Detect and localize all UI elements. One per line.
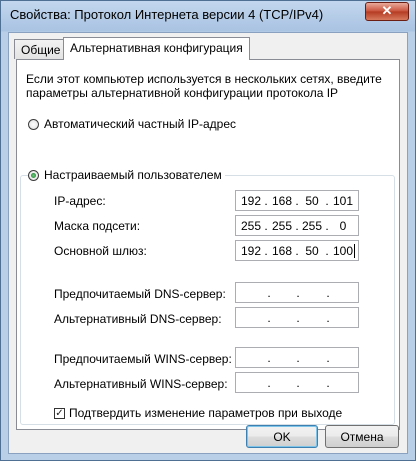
automatic-private-ip-option[interactable]: Автоматический частный IP-адрес — [28, 117, 236, 131]
ip-address-octet-2[interactable]: 168 — [271, 194, 293, 208]
preferred-dns-label: Предпочитаемый DNS-сервер: — [54, 287, 226, 301]
alternate-dns-label: Альтернативный DNS-сервер: — [54, 312, 222, 326]
close-button[interactable]: ✕ — [365, 2, 409, 21]
window-title: Свойства: Протокол Интернета версии 4 (T… — [10, 7, 324, 22]
default-gateway-octet-2[interactable]: 168 — [271, 244, 293, 258]
subnet-mask-field[interactable]: 255 . 255 . 255 . 0 — [235, 215, 359, 236]
subnet-mask-octet-2[interactable]: 255 — [271, 219, 293, 233]
ip-address-octet-3[interactable]: 50 — [301, 194, 323, 208]
ip-address-octet-1[interactable]: 192 — [240, 194, 262, 208]
ip-separator: . — [296, 286, 300, 300]
tab-alternate-configuration[interactable]: Альтернативная конфигурация — [63, 37, 250, 60]
cancel-button[interactable]: Отмена — [325, 425, 399, 448]
tab-general-label: Общие — [21, 43, 61, 57]
ip-separator: . — [295, 244, 299, 258]
alternate-dns-field[interactable]: . . . — [235, 307, 359, 328]
ip-separator: . — [267, 376, 271, 390]
default-gateway-field[interactable]: 192 . 168 . 50 . 100 — [235, 240, 359, 261]
preferred-wins-label: Предпочитаемый WINS-сервер: — [54, 352, 232, 366]
subnet-mask-octet-1[interactable]: 255 — [240, 219, 262, 233]
ok-button[interactable]: OK — [246, 425, 318, 448]
ip-separator: . — [326, 311, 330, 325]
ip-separator: . — [296, 351, 300, 365]
default-gateway-octet-4[interactable]: 100 — [332, 244, 354, 258]
alternate-wins-field[interactable]: . . . — [235, 372, 359, 393]
automatic-private-ip-radio[interactable] — [28, 118, 39, 130]
checkmark-icon: ✓ — [55, 407, 64, 419]
ip-separator: . — [264, 244, 268, 258]
close-icon: ✕ — [381, 3, 393, 18]
description-line-2: параметры альтернативной конфигурации пр… — [26, 86, 339, 100]
subnet-mask-octet-4[interactable]: 0 — [332, 219, 354, 233]
ip-separator: . — [325, 219, 329, 233]
title-bar[interactable]: Свойства: Протокол Интернета версии 4 (T… — [1, 1, 415, 31]
ip-separator: . — [296, 376, 300, 390]
ip-separator: . — [267, 286, 271, 300]
preferred-dns-field[interactable]: . . . — [235, 282, 359, 303]
ip-separator: . — [264, 219, 268, 233]
ip-address-field[interactable]: 192 . 168 . 50 . 101 — [235, 190, 359, 211]
dialog-client-area: Общие Альтернативная конфигурация Если э… — [8, 32, 408, 454]
properties-dialog: Свойства: Протокол Интернета версии 4 (T… — [0, 0, 416, 461]
default-gateway-label: Основной шлюз: — [54, 244, 147, 258]
tab-general[interactable]: Общие — [14, 39, 68, 59]
ip-separator: . — [295, 219, 299, 233]
validate-on-exit-checkbox[interactable]: ✓ — [54, 407, 65, 419]
ip-separator: . — [326, 376, 330, 390]
ip-separator: . — [267, 311, 271, 325]
user-configured-label: Настраиваемый пользователем — [44, 168, 222, 182]
validate-on-exit-option[interactable]: ✓ Подтвердить изменение параметров при в… — [54, 406, 342, 420]
ip-separator: . — [295, 194, 299, 208]
alternate-configuration-page: Если этот компьютер используется в неско… — [16, 59, 400, 430]
ip-separator: . — [325, 244, 329, 258]
automatic-private-ip-label: Автоматический частный IP-адрес — [44, 117, 236, 131]
ip-separator: . — [326, 351, 330, 365]
default-gateway-octet-1[interactable]: 192 — [240, 244, 262, 258]
default-gateway-octet-3[interactable]: 50 — [301, 244, 323, 258]
description-text: Если этот компьютер используется в неско… — [26, 72, 386, 100]
ip-separator: . — [296, 311, 300, 325]
validate-on-exit-label: Подтвердить изменение параметров при вых… — [69, 406, 343, 420]
tab-alternate-configuration-label: Альтернативная конфигурация — [70, 41, 243, 55]
user-configured-option[interactable]: Настраиваемый пользователем — [28, 168, 225, 182]
subnet-mask-label: Маска подсети: — [54, 219, 141, 233]
ip-address-octet-4[interactable]: 101 — [332, 194, 354, 208]
subnet-mask-octet-3[interactable]: 255 — [301, 219, 323, 233]
text-caret — [354, 244, 355, 258]
ip-separator: . — [264, 194, 268, 208]
preferred-wins-field[interactable]: . . . — [235, 347, 359, 368]
ip-separator: . — [326, 286, 330, 300]
description-line-1: Если этот компьютер используется в неско… — [26, 72, 382, 86]
user-configured-radio[interactable] — [28, 169, 39, 181]
ip-address-label: IP-адрес: — [54, 194, 106, 208]
alternate-wins-label: Альтернативный WINS-сервер: — [54, 377, 228, 391]
ip-separator: . — [267, 351, 271, 365]
ip-separator: . — [325, 194, 329, 208]
